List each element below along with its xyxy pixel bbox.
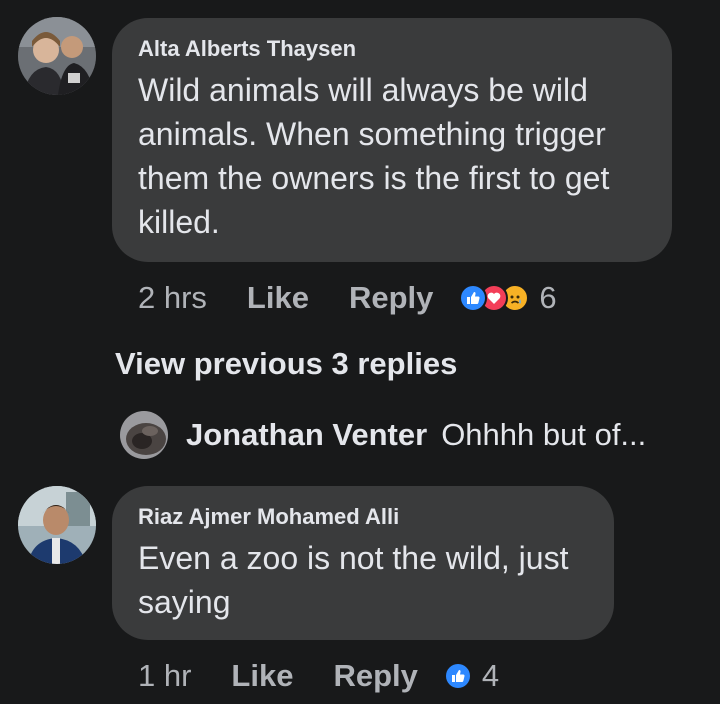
reaction-count[interactable]: 4 (482, 658, 499, 694)
comment-text-line: animals. When something trigger (138, 116, 606, 152)
reply-button[interactable]: Reply (349, 280, 433, 316)
comment-text-line: Even a zoo is not the wild, just (138, 540, 569, 576)
like-button[interactable]: Like (231, 658, 293, 694)
comment-text-line: saying (138, 584, 231, 620)
profile-photo-icon (18, 486, 96, 564)
comment-text-line: them the owners is the first to get (138, 160, 610, 196)
reply-preview-text: Ohhhh but of... (441, 417, 647, 452)
comment-actions: 2 hrs Like Reply 6 (138, 280, 557, 316)
reactions-summary[interactable] (459, 284, 530, 312)
like-button[interactable]: Like (247, 280, 309, 316)
reply-button[interactable]: Reply (333, 658, 417, 694)
comment-text-line: Wild animals will always be wild (138, 72, 588, 108)
like-reaction-icon (443, 662, 472, 690)
comment-timestamp[interactable]: 1 hr (138, 658, 191, 694)
reaction-count[interactable]: 6 (539, 280, 556, 316)
comment-text-line: killed. (138, 204, 220, 240)
reply-author[interactable]: Jonathan Venter (186, 417, 427, 453)
comment-bubble: Alta Alberts Thaysen Wild animals will a… (112, 18, 672, 262)
profile-photo-icon (18, 17, 96, 95)
view-previous-replies-link[interactable]: View previous 3 replies (115, 346, 457, 382)
avatar-alta[interactable] (18, 17, 96, 95)
comment-author[interactable]: Alta Alberts Thaysen (138, 36, 672, 62)
avatar-riaz[interactable] (18, 486, 96, 564)
comment-bubble: Riaz Ajmer Mohamed Alli Even a zoo is no… (112, 486, 614, 640)
reactions-summary[interactable] (443, 662, 472, 690)
comment-timestamp[interactable]: 2 hrs (138, 280, 207, 316)
comment-actions: 1 hr Like Reply 4 (138, 658, 499, 694)
avatar-jonathan[interactable] (120, 411, 168, 459)
profile-photo-icon (120, 411, 168, 459)
comment-author[interactable]: Riaz Ajmer Mohamed Alli (138, 504, 614, 530)
collapsed-reply[interactable]: Jonathan Venter Ohhhh but of... (120, 411, 646, 459)
